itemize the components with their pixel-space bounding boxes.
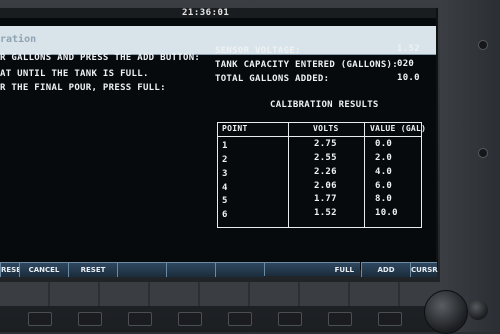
screw-icon <box>478 40 488 50</box>
column-header-value: VALUE (GAL) <box>370 124 427 133</box>
row-volts: 1.52 <box>314 208 337 218</box>
total-gallons-label: TOTAL GALLONS ADDED: <box>215 74 330 84</box>
hardware-button[interactable] <box>128 312 152 326</box>
softkey-add[interactable]: ADD <box>361 262 410 277</box>
row-value: 8.0 <box>375 194 393 204</box>
softkey-blank-1[interactable] <box>117 262 166 277</box>
softkey-blank-3[interactable] <box>215 262 264 277</box>
softkey-cursor[interactable]: CURSR <box>410 262 438 277</box>
instruction-line-3: R THE FINAL POUR, PRESS FULL: <box>0 83 166 93</box>
column-header-volts: VOLTS <box>313 124 339 133</box>
bezel-ridge <box>0 282 440 306</box>
screw-icon <box>478 148 488 158</box>
row-value: 2.0 <box>375 153 393 163</box>
table-column-divider <box>364 123 365 227</box>
table-column-divider <box>288 123 289 227</box>
hardware-button[interactable] <box>178 312 202 326</box>
hardware-button[interactable] <box>228 312 252 326</box>
row-value: 6.0 <box>375 181 393 191</box>
row-volts: 2.26 <box>314 167 337 177</box>
row-volts: 2.75 <box>314 139 337 149</box>
row-point: 4 <box>222 183 228 193</box>
tank-capacity-label: TANK CAPACITY ENTERED (GALLONS): <box>215 60 398 70</box>
softkey-full[interactable]: FULL <box>264 262 360 276</box>
row-point: 2 <box>222 155 228 165</box>
row-point: 5 <box>222 196 228 206</box>
calibration-results-table: POINT VOLTS VALUE (GAL) 1 2.75 0.0 2 2.5… <box>217 122 426 228</box>
softkey-cancel[interactable]: CANCEL <box>19 262 68 277</box>
clock: 21:36:01 <box>182 8 230 18</box>
row-value: 4.0 <box>375 167 393 177</box>
row-volts: 1.77 <box>314 194 337 204</box>
row-point: 1 <box>222 141 228 151</box>
small-knob[interactable] <box>468 300 488 320</box>
right-bezel <box>440 0 500 332</box>
hardware-button[interactable] <box>328 312 352 326</box>
sensor-voltage-label: SENSOR VOLTAGE: <box>215 46 301 56</box>
rotary-knob[interactable] <box>424 290 468 334</box>
table-header-divider <box>218 136 421 137</box>
instruction-line-2: AT UNTIL THE TANK IS FULL. <box>0 69 149 79</box>
hardware-button[interactable] <box>28 312 52 326</box>
row-point: 3 <box>222 169 228 179</box>
row-value: 10.0 <box>375 208 398 218</box>
column-header-point: POINT <box>222 124 248 133</box>
softkey-reset-left[interactable]: RESET <box>0 262 26 277</box>
hardware-button[interactable] <box>278 312 302 326</box>
sensor-voltage-value: 1.52 <box>397 44 420 54</box>
row-volts: 2.55 <box>314 153 337 163</box>
softkey-reset[interactable]: RESET <box>68 262 117 277</box>
row-point: 6 <box>222 210 228 220</box>
status-bar: 21:36:01 <box>0 8 436 18</box>
row-value: 0.0 <box>375 139 393 149</box>
tank-capacity-value: 020 <box>397 59 415 69</box>
page-title: ration <box>0 34 37 45</box>
results-heading: CALIBRATION RESULTS <box>270 100 379 110</box>
instruction-line-1: R GALLONS AND PRESS THE ADD BUTTON: <box>0 53 201 63</box>
softkey-blank-2[interactable] <box>166 262 215 277</box>
total-gallons-value: 10.0 <box>397 73 420 83</box>
hardware-button[interactable] <box>378 312 402 326</box>
row-volts: 2.06 <box>314 181 337 191</box>
hardware-button[interactable] <box>78 312 102 326</box>
display-screen: 21:36:01 ration R GALLONS AND PRESS THE … <box>0 8 438 270</box>
